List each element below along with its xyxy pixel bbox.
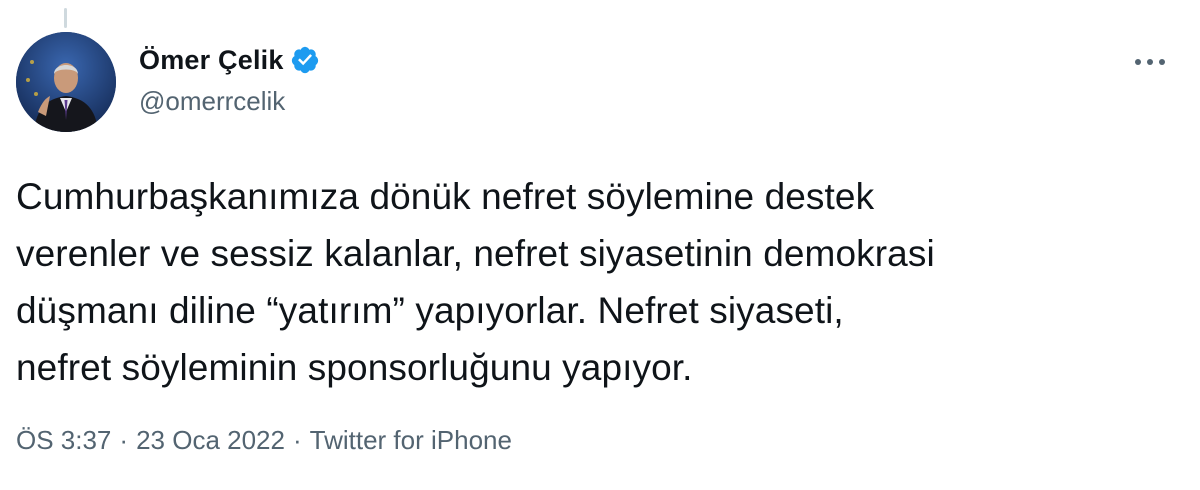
- tweet-date: 23 Oca 2022: [136, 425, 285, 455]
- tweet-timestamp[interactable]: ÖS 3:37 · 23 Oca 2022: [16, 425, 285, 456]
- more-options-icon: [1135, 59, 1165, 65]
- more-options-button[interactable]: [1128, 48, 1172, 76]
- author-name-row: Ömer Çelik: [139, 42, 320, 78]
- person-avatar-icon: [16, 32, 116, 132]
- author-display-name[interactable]: Ömer Çelik: [139, 45, 284, 76]
- meta-separator: ·: [292, 425, 302, 455]
- verified-badge-icon: [290, 45, 320, 75]
- tweet-text: Cumhurbaşkanımıza dönük nefret söylemine…: [16, 176, 935, 388]
- tweet-metadata: ÖS 3:37 · 23 Oca 2022 · Twitter for iPhone: [16, 425, 512, 456]
- thread-connector-line: [64, 8, 67, 28]
- author-handle[interactable]: @omerrcelik: [139, 86, 320, 117]
- avatar[interactable]: [16, 32, 116, 132]
- tweet-time: ÖS 3:37: [16, 425, 112, 455]
- tweet-source-link[interactable]: Twitter for iPhone: [310, 425, 512, 456]
- tweet-card: Ömer Çelik @omerrcelik Cumhurbaşkanımıza…: [0, 0, 1200, 490]
- author-block: Ömer Çelik @omerrcelik: [139, 42, 320, 117]
- meta-separator: ·: [119, 425, 129, 455]
